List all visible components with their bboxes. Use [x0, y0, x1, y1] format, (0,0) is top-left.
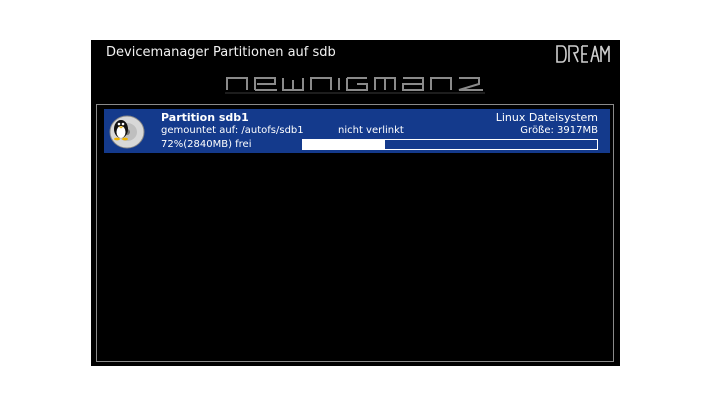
usage-progress-bar	[302, 139, 598, 150]
partition-name: Partition sdb1	[161, 111, 249, 124]
partition-row-selected[interactable]: Partition sdb1 Linux Dateisystem gemount…	[104, 109, 610, 153]
tux-hdd-icon	[109, 115, 145, 149]
partition-link-status: nicht verlinkt	[338, 125, 404, 136]
partition-mount-info: gemountet auf: /autofs/sdb1	[161, 125, 304, 136]
partition-size: Größe: 3917MB	[520, 125, 598, 136]
usage-progress-fill	[303, 140, 386, 149]
window-title: Devicemanager Partitionen auf sdb	[106, 45, 336, 60]
tv-screen: Devicemanager Partitionen auf sdb Partit…	[91, 40, 620, 366]
skin-banner-logo	[225, 77, 485, 94]
partition-free-space: 72%(2840MB) frei	[161, 139, 252, 150]
partition-filesystem: Linux Dateisystem	[495, 111, 598, 124]
partition-list-frame: Partition sdb1 Linux Dateisystem gemount…	[96, 104, 614, 362]
dream-logo-icon	[556, 45, 610, 63]
